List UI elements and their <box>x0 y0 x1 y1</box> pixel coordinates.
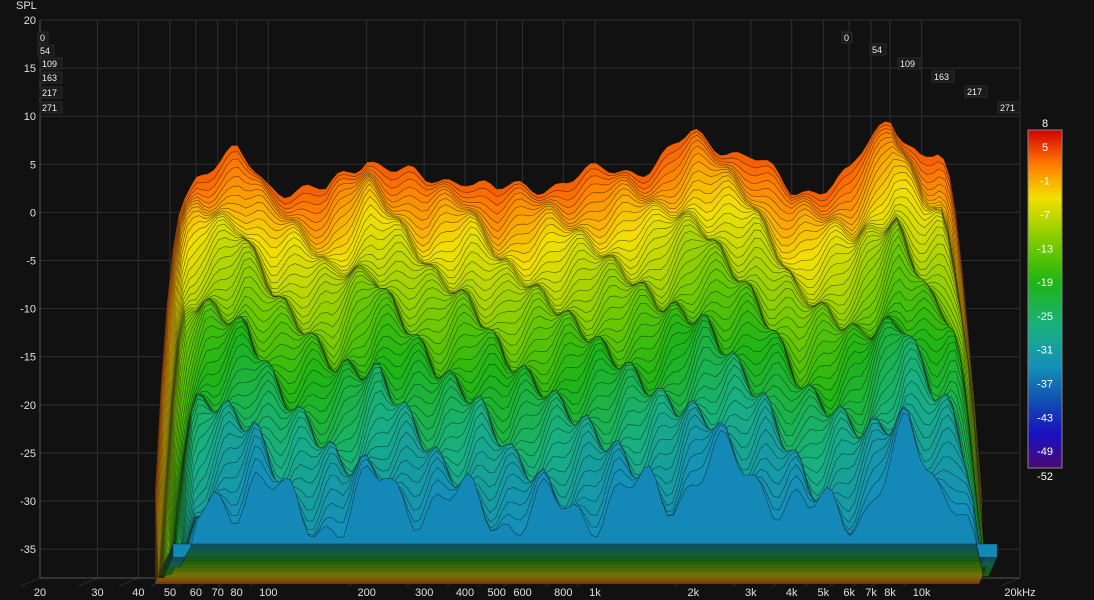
colorbar-tick-label: -31 <box>1037 345 1053 357</box>
y-tick-label: -35 <box>20 544 36 556</box>
time-slice-labels: 0 0 54 54 109 109 163 163 217 217 271 271 <box>37 31 1021 114</box>
x-tick-label: 4k <box>786 587 798 599</box>
colorbar-tick-label: -19 <box>1037 277 1053 289</box>
colorbar-tick-label: -37 <box>1037 379 1053 391</box>
time-slice-label-right: 109 <box>900 59 915 69</box>
time-slice-label-right: 163 <box>934 72 949 82</box>
x-tick-label: 100 <box>259 587 277 599</box>
time-slice-label-right: 217 <box>967 87 982 97</box>
x-tick-label: 200 <box>357 587 375 599</box>
colorbar-tick-label: -7 <box>1040 210 1050 222</box>
y-tick-label: -20 <box>20 400 36 412</box>
time-slice-label-right: 271 <box>1000 103 1015 113</box>
y-tick-label: -30 <box>20 496 36 508</box>
grid-line-depth <box>1000 577 1021 587</box>
y-tick-label: 20 <box>24 15 36 27</box>
y-tick-label: -15 <box>20 352 36 364</box>
x-tick-label: 60 <box>190 587 202 599</box>
y-axis-label: SPL <box>16 0 37 12</box>
x-tick-label: 6k <box>843 587 855 599</box>
x-tick-label: 40 <box>132 587 144 599</box>
waterfall-surface <box>154 121 998 585</box>
x-tick-label: 8k <box>884 587 896 599</box>
x-tick-label: 800 <box>554 587 572 599</box>
time-slice-label-right: 0 <box>844 33 849 43</box>
x-tick-label: 80 <box>231 587 243 599</box>
time-slice-label-left: 271 <box>42 103 57 113</box>
x-tick-label: 30 <box>91 587 103 599</box>
colorbar-tick-label: -25 <box>1037 311 1053 323</box>
x-tick-label: 20kHz <box>1004 587 1035 599</box>
colorbar-tick-label: 8 <box>1042 118 1048 130</box>
time-slice-label-left: 109 <box>42 59 57 69</box>
x-tick-label: 500 <box>487 587 505 599</box>
time-slice-label-right: 54 <box>872 45 882 55</box>
grid-line-depth <box>78 577 98 587</box>
time-slice-label-left: 0 <box>40 33 45 43</box>
time-slice-label-left: 163 <box>42 73 57 83</box>
grid-line-depth <box>118 577 139 587</box>
x-tick-label: 7k <box>865 587 877 599</box>
x-tick-label: 600 <box>513 587 531 599</box>
x-tick-label: 50 <box>164 587 176 599</box>
colorbar-tick-label: -1 <box>1040 176 1050 188</box>
colorbar-tick-label: -43 <box>1037 412 1053 424</box>
colorbar-tick-label: 5 <box>1042 142 1048 154</box>
x-tick-label: 2k <box>688 587 700 599</box>
x-axis: 20 30 40 50 60 70 80 100 200 300 400 500 600 800 1k 2k 3… <box>34 587 1036 599</box>
y-tick-label: -5 <box>26 256 36 268</box>
x-tick-label: 70 <box>212 587 224 599</box>
y-tick-label: -10 <box>20 304 36 316</box>
colorbar: 8 5 -1 -7 -13 -19 -25 -31 -37 -43 -49 -52 <box>1027 118 1063 483</box>
colorbar-tick-label: -49 <box>1037 446 1053 458</box>
y-tick-label: 5 <box>30 159 36 171</box>
y-axis: 20 15 10 5 0 -5 -10 -15 -20 -25 -30 -35 <box>20 15 36 556</box>
x-tick-label: 10k <box>913 587 931 599</box>
y-tick-label: -25 <box>20 448 36 460</box>
x-tick-label: 5k <box>818 587 830 599</box>
x-tick-label: 300 <box>415 587 433 599</box>
y-tick-label: 0 <box>30 207 36 219</box>
x-tick-label: 20 <box>34 587 46 599</box>
waterfall-chart: 20151050-5-10-15-20-25-30-35 20 30 40 50 60 7… <box>16 0 1063 599</box>
time-slice-label-left: 217 <box>42 88 57 98</box>
grid-line-depth <box>20 577 41 587</box>
x-tick-label: 400 <box>456 587 474 599</box>
x-tick-label: 1k <box>589 587 601 599</box>
x-tick-label: 3k <box>745 587 757 599</box>
time-slice-label-left: 54 <box>40 46 50 56</box>
y-tick-label: 10 <box>24 111 36 123</box>
colorbar-tick-label: -52 <box>1037 471 1053 483</box>
colorbar-tick-label: -13 <box>1037 243 1053 255</box>
y-tick-label: 15 <box>24 63 36 75</box>
